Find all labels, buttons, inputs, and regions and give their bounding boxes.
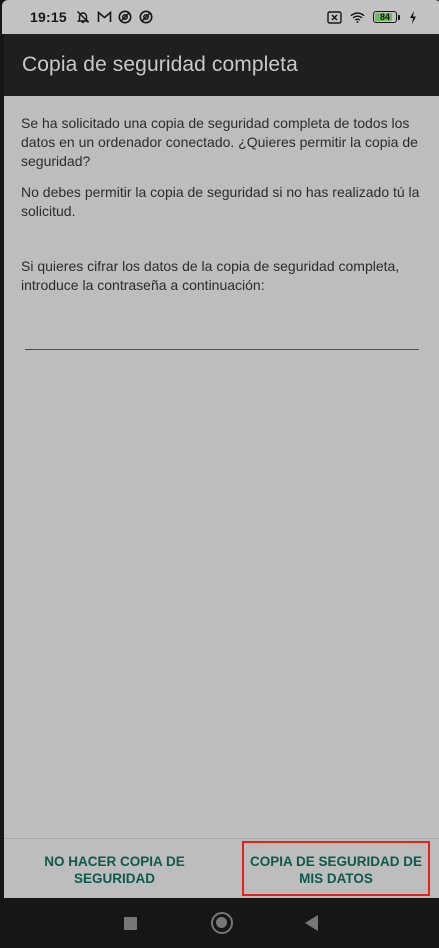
battery-cap xyxy=(398,14,400,20)
vpn-icon xyxy=(139,10,154,25)
bell-off-icon xyxy=(76,10,91,25)
sim-x-icon xyxy=(327,10,342,25)
battery-body: 84 xyxy=(373,11,397,23)
device-frame: 19:15 84 Copia de seguridad completa Se … xyxy=(0,0,439,948)
battery-icon: 84 xyxy=(373,11,400,23)
home-icon[interactable] xyxy=(211,912,233,934)
navigation-bar xyxy=(2,898,439,948)
gmail-icon xyxy=(97,10,112,25)
backup-request-text: Se ha solicitado una copia de seguridad … xyxy=(21,115,418,169)
status-right-icons: 84 xyxy=(327,10,417,25)
vpn-icon xyxy=(118,10,133,25)
status-bar: 19:15 84 xyxy=(2,0,439,34)
password-field[interactable] xyxy=(25,325,419,350)
recents-icon[interactable] xyxy=(124,917,137,930)
wifi-icon xyxy=(350,10,365,25)
back-icon[interactable] xyxy=(305,915,318,931)
dialog-content: Se ha solicitado una copia de seguridad … xyxy=(4,96,439,838)
backup-warning-text: No debes permitir la copia de seguridad … xyxy=(21,184,420,219)
charging-icon xyxy=(408,10,417,25)
encrypt-prompt-text: Si quieres cifrar los datos de la copia … xyxy=(21,258,400,293)
battery-level: 84 xyxy=(379,12,390,22)
status-left-icons xyxy=(76,10,154,25)
button-bar: NO HACER COPIA DE SEGURIDAD COPIA DE SEG… xyxy=(4,838,439,898)
allow-backup-button[interactable]: COPIA DE SEGURIDAD DE MIS DATOS xyxy=(242,841,430,896)
app-bar: Copia de seguridad completa xyxy=(4,34,439,96)
status-time: 19:15 xyxy=(30,9,67,25)
deny-backup-button[interactable]: NO HACER COPIA DE SEGURIDAD xyxy=(22,851,207,889)
page-title: Copia de seguridad completa xyxy=(22,53,298,76)
